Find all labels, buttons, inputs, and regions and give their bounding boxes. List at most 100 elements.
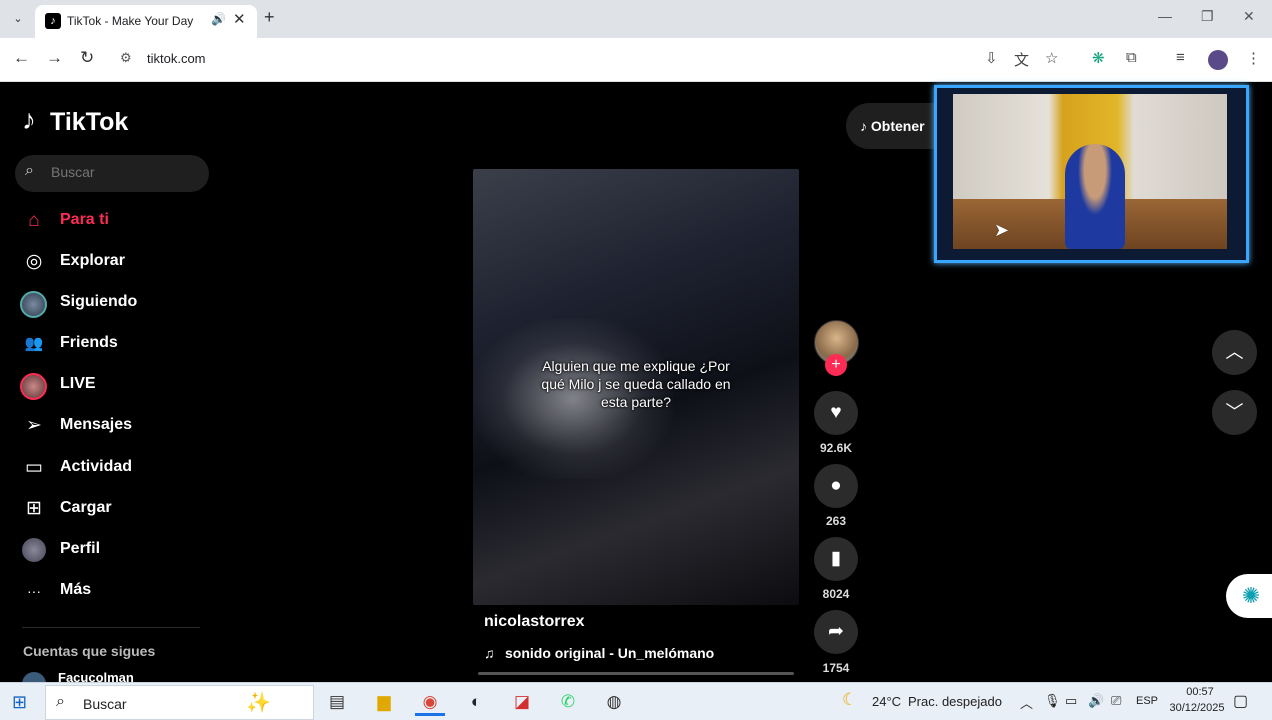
following-avatar-icon [20, 291, 47, 318]
tiktok-small-icon: ♪ [860, 118, 871, 134]
share-arrow-icon: ➦ [828, 621, 844, 642]
like-button[interactable]: ♥ [814, 391, 858, 435]
windows-taskbar: ⊞ ⌕ Buscar ✨ ▤ ▆ ◉ ◐ ◪ ✆ ◍ ☾ 24°C Prac. … [0, 682, 1272, 720]
share-count: 1754 [822, 661, 850, 675]
windows-start-icon[interactable]: ⊞ [12, 692, 27, 713]
share-button[interactable]: ➦ [814, 610, 858, 654]
bookmark-star-icon[interactable]: ☆ [1045, 49, 1058, 67]
comment-button[interactable]: ● [814, 464, 858, 508]
nav-label: Friends [60, 334, 118, 351]
ai-assistant-icon[interactable]: ✺ [1226, 574, 1272, 618]
obs-recorder-icon[interactable]: ◍ [599, 688, 629, 716]
whatsapp-icon[interactable]: ✆ [553, 688, 583, 716]
video-progress-bar[interactable] [478, 672, 794, 675]
microphone-icon[interactable]: 🎙 [1044, 693, 1061, 709]
tiktok-logo-icon[interactable]: ♪ [22, 104, 36, 136]
steam-icon[interactable]: ◐ [461, 688, 491, 716]
forward-button[interactable]: → [46, 48, 63, 68]
file-explorer-icon[interactable]: ▆ [369, 688, 399, 716]
amd-icon[interactable]: ◪ [507, 688, 537, 716]
follow-plus-icon[interactable]: + [825, 354, 847, 376]
tab-title: TikTok - Make Your Day [67, 14, 194, 28]
search-input[interactable] [51, 164, 201, 180]
close-window-button[interactable]: ✕ [1243, 8, 1255, 25]
extensions-icon[interactable]: ⧉ [1126, 49, 1137, 66]
back-button[interactable]: ← [13, 48, 30, 68]
browser-toolbar: ← → ↻ ⚙ tiktok.com ⇩ 文 ☆ ❋ ⧉ ≡ ⋮ [0, 38, 1272, 82]
send-icon: ➢ [26, 415, 42, 436]
tray-overflow-chevron-icon[interactable]: ︿ [1020, 693, 1033, 712]
profile-avatar-icon[interactable] [1208, 50, 1228, 70]
clock-date[interactable]: 30/12/2025 [1162, 702, 1232, 714]
nav-item-para-ti[interactable]: ⌂ Para ti [0, 203, 220, 243]
taskbar-search-label: Buscar [83, 696, 127, 712]
search-box[interactable]: ⌕ [15, 155, 209, 192]
network-icon[interactable]: ▭ [1065, 693, 1077, 709]
home-icon: ⌂ [28, 210, 40, 231]
chevron-down-icon: ﹀ [1225, 402, 1244, 422]
nav-item-siguiendo[interactable]: Siguiendo [0, 285, 220, 325]
tab-close-icon[interactable]: ✕ [233, 10, 246, 28]
translate-icon[interactable]: 文 [1014, 49, 1029, 70]
media-control-icon[interactable]: ≡ [1176, 49, 1185, 66]
tab-search-button[interactable]: ⌄ [8, 9, 28, 29]
activity-icon: ▭ [25, 457, 43, 478]
search-icon: ⌕ [25, 162, 34, 179]
address-bar[interactable]: tiktok.com [147, 51, 206, 66]
following-section-title: Cuentas que sigues [23, 643, 156, 659]
tab-strip: ⌄ ♪ TikTok - Make Your Day 🔊 ✕ + — ❐ ✕ [0, 0, 1272, 38]
live-avatar-icon [20, 373, 47, 400]
minimize-button[interactable]: — [1158, 8, 1172, 24]
new-tab-button[interactable]: + [264, 7, 275, 28]
profile-avatar-icon [22, 538, 46, 562]
audio-playing-icon[interactable]: 🔊 [211, 12, 226, 26]
heart-icon: ♥ [830, 402, 842, 423]
clock-time[interactable]: 00:57 [1170, 686, 1230, 698]
nav-item-live[interactable]: LIVE [0, 367, 220, 407]
reload-button[interactable]: ↻ [80, 48, 94, 68]
nav-item-mensajes[interactable]: ➢ Mensajes [0, 408, 220, 448]
nav-item-actividad[interactable]: ▭ Actividad [0, 450, 220, 490]
nav-label: Para ti [60, 211, 109, 228]
nav-label: Perfil [60, 540, 101, 557]
next-video-button[interactable]: ﹀ [1212, 390, 1257, 435]
divider [22, 627, 200, 628]
site-info-icon[interactable]: ⚙ [120, 50, 132, 66]
nav-item-cargar[interactable]: ⊞ Cargar [0, 491, 220, 531]
language-indicator[interactable]: ESP [1136, 695, 1158, 707]
install-app-icon[interactable]: ⇩ [985, 49, 998, 67]
comment-icon: ● [830, 475, 842, 496]
nav-item-explorar[interactable]: ◎ Explorar [0, 244, 220, 284]
video-author[interactable]: nicolastorrex [484, 613, 584, 631]
weather-temperature[interactable]: 24°C [872, 694, 901, 709]
browser-tab[interactable]: ♪ TikTok - Make Your Day 🔊 ✕ [35, 5, 257, 38]
volume-icon[interactable]: 🔊 [1088, 693, 1104, 709]
nav-label: Cargar [60, 499, 112, 516]
restore-button[interactable]: ❐ [1201, 8, 1214, 25]
tiktok-logo[interactable]: TikTok [50, 108, 128, 137]
nav-item-mas[interactable]: ··· Más [0, 573, 220, 613]
save-count: 8024 [822, 587, 850, 601]
save-button[interactable]: ▮ [814, 537, 858, 581]
video-player[interactable]: Alguien que me explique ¿Por qué Milo j … [473, 169, 799, 605]
nav-label: LIVE [60, 375, 96, 392]
get-app-button[interactable]: ♪ Obtener [846, 103, 946, 149]
nav-label: Explorar [60, 252, 125, 269]
like-count: 92.6K [819, 441, 853, 455]
notifications-icon[interactable]: ▢ [1233, 691, 1248, 711]
menu-icon[interactable]: ⋮ [1246, 49, 1261, 67]
nav-item-friends[interactable]: 👥 Friends [0, 326, 220, 366]
weather-moon-icon[interactable]: ☾ [842, 690, 857, 710]
task-view-icon[interactable]: ▤ [322, 688, 352, 716]
chatgpt-extension-icon[interactable]: ❋ [1092, 49, 1105, 67]
nav-item-perfil[interactable]: Perfil [0, 532, 220, 572]
display-icon[interactable]: ⎚ [1111, 693, 1121, 709]
webcam-overlay [934, 85, 1249, 263]
previous-video-button[interactable]: ︿ [1212, 330, 1257, 375]
mouse-cursor-icon: ➤ [994, 220, 1010, 240]
search-icon: ⌕ [56, 693, 65, 710]
weather-description[interactable]: Prac. despejado [908, 694, 1002, 709]
chrome-icon[interactable]: ◉ [415, 688, 445, 716]
video-sound[interactable]: sonido original - Un_melómano [505, 645, 714, 661]
taskbar-search[interactable]: ⌕ Buscar ✨ [45, 685, 314, 720]
